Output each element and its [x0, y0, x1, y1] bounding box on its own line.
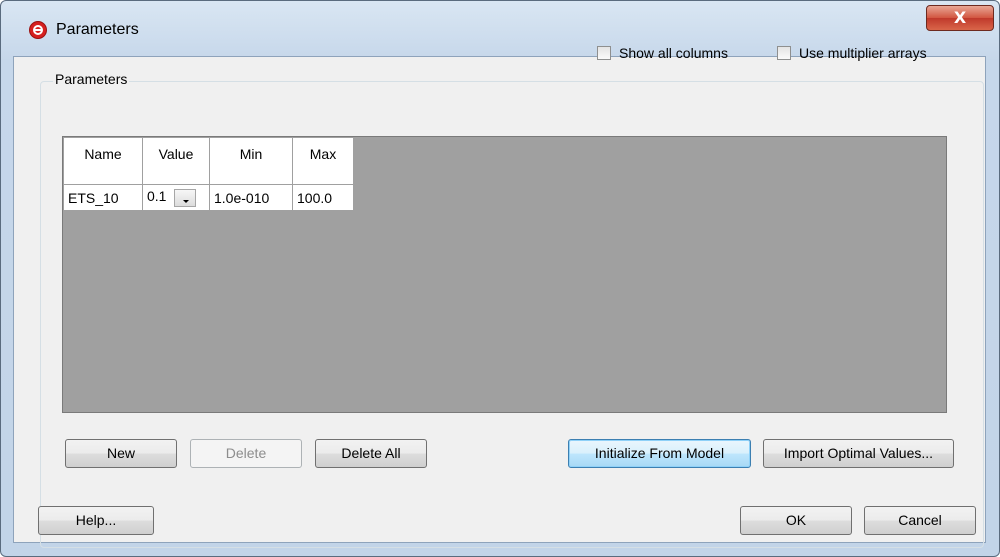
column-header-max[interactable]: Max	[292, 137, 354, 185]
checkbox-box[interactable]	[597, 46, 611, 60]
show-all-columns-checkbox[interactable]: Show all columns	[597, 43, 728, 63]
cell-name[interactable]: ETS_10	[63, 184, 143, 211]
use-multiplier-arrays-label: Use multiplier arrays	[799, 45, 927, 61]
groupbox-label: Parameters	[53, 71, 130, 87]
import-optimal-values-button[interactable]: Import Optimal Values...	[763, 439, 954, 468]
ok-button[interactable]: OK	[740, 506, 852, 535]
table-row[interactable]: ETS_10 0.1 1.0e-010 100.0	[63, 184, 354, 211]
initialize-from-model-button[interactable]: Initialize From Model	[568, 439, 751, 468]
new-button[interactable]: New	[65, 439, 177, 468]
cell-min[interactable]: 1.0e-010	[209, 184, 293, 211]
dropdown-arrow-icon[interactable]	[174, 188, 197, 207]
window-title: Parameters	[56, 21, 139, 38]
cancel-button[interactable]: Cancel	[864, 506, 976, 535]
parameters-table: Name Value Min Max ETS_10 0.1 1.0e-010 1…	[63, 137, 354, 211]
delete-all-button[interactable]: Delete All	[315, 439, 427, 468]
show-all-columns-label: Show all columns	[619, 45, 728, 61]
delete-button[interactable]: Delete	[190, 439, 302, 468]
cell-value-text[interactable]: 0.1	[147, 188, 166, 204]
column-header-value[interactable]: Value	[142, 137, 210, 185]
parameters-grid[interactable]: Name Value Min Max ETS_10 0.1 1.0e-010 1…	[62, 136, 947, 413]
checkbox-box[interactable]	[777, 46, 791, 60]
close-button[interactable]: X	[926, 5, 994, 31]
column-header-min[interactable]: Min	[209, 137, 293, 185]
use-multiplier-arrays-checkbox[interactable]: Use multiplier arrays	[777, 43, 927, 63]
cell-max[interactable]: 100.0	[292, 184, 354, 211]
app-logo-icon	[29, 21, 47, 39]
help-button[interactable]: Help...	[38, 506, 154, 535]
column-header-name[interactable]: Name	[63, 137, 143, 185]
cell-value[interactable]: 0.1	[142, 184, 210, 211]
